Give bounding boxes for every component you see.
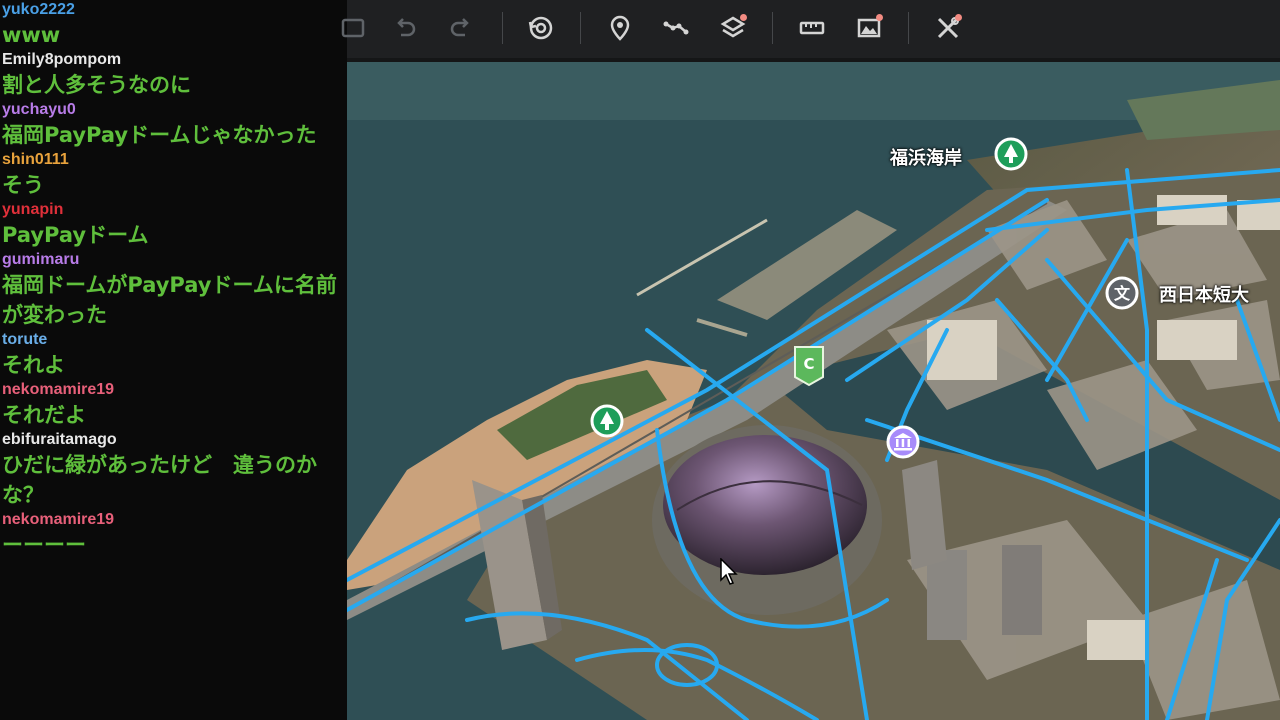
chat-text: それよ: [2, 353, 65, 377]
chat-text: ーーーー: [2, 533, 86, 557]
chat-username: yunapin: [2, 201, 64, 218]
chat-message: ebifuraitamago ひだに緑があったけど 違うのか な？: [0, 430, 347, 510]
chat-username: ebifuraitamago: [2, 431, 117, 448]
chat-message: Emily8pompom 割と人多そうなのに: [0, 50, 347, 100]
overlay-badge: [876, 14, 883, 21]
chat-text: 福岡PayPayドームじゃなかった: [2, 123, 317, 147]
history-icon[interactable]: [521, 8, 561, 48]
chat-username: Emily8pompom: [2, 51, 122, 68]
chat-message: yunapin PayPayドーム: [0, 200, 347, 250]
chat-text: それだよ: [2, 403, 86, 427]
path-icon[interactable]: [656, 8, 696, 48]
park-pin-beach-icon[interactable]: [590, 404, 624, 448]
chat-message: nekomamire19 それだよ: [0, 380, 347, 430]
chat-text: www: [2, 23, 61, 47]
tools-icon[interactable]: [928, 8, 968, 48]
placemark-icon[interactable]: [600, 8, 640, 48]
college-pin-icon[interactable]: 文: [1105, 276, 1139, 314]
chat-text: 割と人多そうなのに: [2, 73, 191, 97]
svg-text:文: 文: [1114, 284, 1131, 303]
undo-icon[interactable]: [385, 8, 425, 48]
museum-pin-icon[interactable]: [886, 425, 920, 467]
chat-username: nekomamire19: [2, 511, 115, 528]
c-marker-label: C: [803, 355, 814, 373]
add-image-overlay-icon[interactable]: [849, 8, 889, 48]
chat-username: nekomamire19: [2, 381, 115, 398]
redo-icon[interactable]: [441, 8, 481, 48]
chat-message: torute それよ: [0, 330, 347, 380]
chat-message: yuko2222 www: [0, 0, 347, 50]
tools-badge: [955, 14, 962, 21]
toolbar: [341, 0, 1280, 62]
mouse-cursor-icon: [720, 557, 738, 590]
park-pin-icon[interactable]: [994, 137, 1028, 181]
chat-message: gumimaru 福岡ドームがPayPayドームに名前 が変わった: [0, 250, 347, 330]
chat-message: yuchayu0 福岡PayPayドームじゃなかった: [0, 100, 347, 150]
chat-username: torute: [2, 331, 48, 348]
chat-message: shin0111 そう: [0, 150, 347, 200]
chat-text: 福岡ドームがPayPayドームに名前 が変わった: [2, 273, 337, 327]
chat-username: yuchayu0: [2, 101, 76, 118]
layers-icon[interactable]: [713, 8, 753, 48]
beach-label[interactable]: 福浜海岸: [890, 144, 962, 170]
chat-text: そう: [2, 173, 44, 197]
layers-badge: [740, 14, 747, 21]
measure-icon[interactable]: [792, 8, 832, 48]
chat-text: PayPayドーム: [2, 223, 149, 247]
college-label[interactable]: 西日本短大: [1159, 281, 1249, 307]
chat-panel: yuko2222 www Emily8pompom 割と人多そうなのに yuchayu0…: [0, 0, 347, 720]
chat-message: nekomamire19 ーーーー: [0, 510, 347, 560]
map-view[interactable]: 福浜海岸 文 西日本短大 C: [347, 0, 1280, 720]
c-marker-icon[interactable]: C: [793, 345, 825, 391]
chat-username: yuko2222: [2, 1, 75, 18]
chat-text: ひだに緑があったけど 違うのか な？: [2, 453, 317, 507]
partial-icon[interactable]: [333, 8, 373, 48]
chat-username: gumimaru: [2, 251, 80, 268]
chat-username: shin0111: [2, 151, 69, 168]
